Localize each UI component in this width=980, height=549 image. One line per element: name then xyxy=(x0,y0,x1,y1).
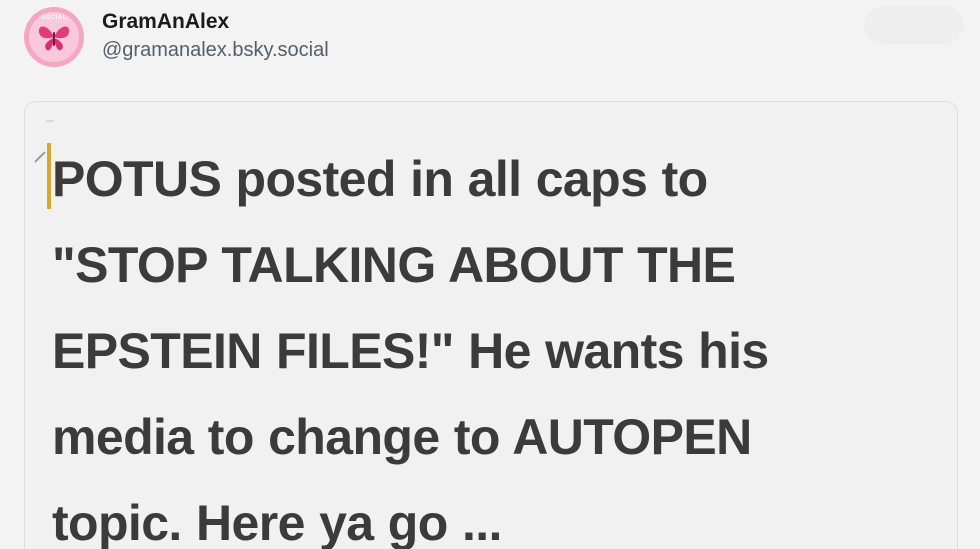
image-text-line: media to change to AUTOPEN xyxy=(52,409,752,465)
post-page: SOCIAL GramAnAlex @gramanalex.bsky.socia… xyxy=(0,0,980,549)
text-cursor-bar xyxy=(47,143,51,209)
image-text-line: EPSTEIN FILES!" He wants his xyxy=(52,323,769,379)
embedded-image[interactable]: POTUS posted in all caps to "STOP TALKIN… xyxy=(24,101,958,549)
follow-button[interactable] xyxy=(864,6,964,44)
image-text-line: POTUS posted in all caps to xyxy=(52,151,708,207)
author-names: GramAnAlex @gramanalex.bsky.social xyxy=(102,9,329,63)
image-text-line: "STOP TALKING ABOUT THE xyxy=(52,237,736,293)
avatar[interactable]: SOCIAL xyxy=(24,7,84,67)
corner-mark xyxy=(34,151,46,163)
author-handle[interactable]: @gramanalex.bsky.social xyxy=(102,37,329,63)
post-header: SOCIAL GramAnAlex @gramanalex.bsky.socia… xyxy=(24,4,329,70)
butterfly-icon xyxy=(38,26,70,51)
avatar-label: SOCIAL xyxy=(41,15,67,21)
image-text: POTUS posted in all caps to "STOP TALKIN… xyxy=(52,136,952,549)
faint-mark xyxy=(46,120,54,122)
author-display-name[interactable]: GramAnAlex xyxy=(102,9,329,35)
image-text-line: topic. Here ya go ... xyxy=(52,495,502,549)
